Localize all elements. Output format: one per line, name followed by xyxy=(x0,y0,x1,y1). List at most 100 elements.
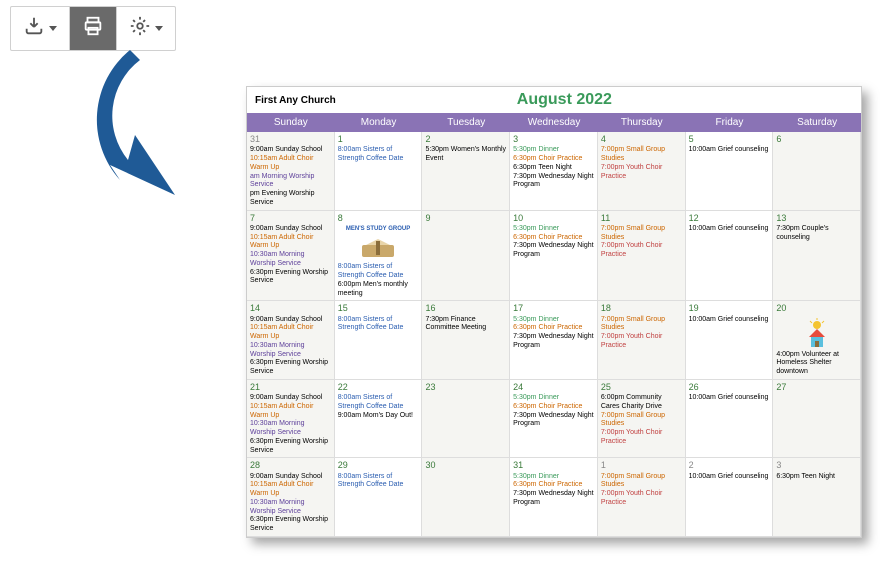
calendar-event[interactable]: 8:00am Sisters of Strength Coffee Date xyxy=(338,316,419,334)
calendar-event[interactable]: 10:30am Morning Worship Service xyxy=(250,420,331,438)
calendar-event[interactable]: 7:30pm Finance Committee Meeting xyxy=(425,316,506,334)
calendar-event[interactable]: 6:30pm Choir Practice xyxy=(513,481,594,490)
calendar-event[interactable]: 5:30pm Dinner xyxy=(513,394,594,403)
calendar-event[interactable]: 7:00pm Youth Choir Practice xyxy=(601,242,682,260)
calendar-event[interactable]: 10:15am Adult Choir Warm Up xyxy=(250,481,331,499)
calendar-event[interactable]: 8:00am Sisters of Strength Coffee Date xyxy=(338,394,419,412)
calendar-day[interactable]: 319:00am Sunday School10:15am Adult Choi… xyxy=(247,132,335,211)
calendar-day[interactable]: 158:00am Sisters of Strength Coffee Date xyxy=(335,301,423,380)
calendar-day[interactable]: 315:30pm Dinner6:30pm Choir Practice7:30… xyxy=(510,458,598,537)
calendar-event[interactable]: 7:30pm Wednesday Night Program xyxy=(513,333,594,351)
calendar-event[interactable]: 9:00am Sunday School xyxy=(250,316,331,325)
calendar-day[interactable]: 298:00am Sisters of Strength Coffee Date xyxy=(335,458,423,537)
settings-button[interactable] xyxy=(117,7,175,50)
calendar-day[interactable]: 17:00pm Small Group Studies7:00pm Youth … xyxy=(598,458,686,537)
calendar-event[interactable]: 10:15am Adult Choir Warm Up xyxy=(250,324,331,342)
calendar-event[interactable]: 5:30pm Dinner xyxy=(513,146,594,155)
calendar-day[interactable]: 228:00am Sisters of Strength Coffee Date… xyxy=(335,380,423,459)
calendar-event[interactable]: 6:00pm Men's monthly meeting xyxy=(338,281,419,299)
calendar-event[interactable]: 8:00am Sisters of Strength Coffee Date xyxy=(338,263,419,281)
calendar-day[interactable]: 47:00pm Small Group Studies7:00pm Youth … xyxy=(598,132,686,211)
calendar-event[interactable]: 10:30am Morning Worship Service xyxy=(250,251,331,269)
calendar-day[interactable]: 187:00pm Small Group Studies7:00pm Youth… xyxy=(598,301,686,380)
calendar-event[interactable]: 4:00pm Volunteer at Homeless Shelter dow… xyxy=(776,351,857,377)
calendar-day[interactable]: 117:00pm Small Group Studies7:00pm Youth… xyxy=(598,211,686,302)
calendar-event[interactable]: 6:30pm Evening Worship Service xyxy=(250,359,331,377)
calendar-day[interactable]: 289:00am Sunday School10:15am Adult Choi… xyxy=(247,458,335,537)
calendar-event[interactable]: 10:00am Grief counseling xyxy=(689,473,770,482)
calendar-event[interactable]: 7:30pm Wednesday Night Program xyxy=(513,173,594,191)
calendar-event[interactable]: 5:30pm Dinner xyxy=(513,225,594,234)
calendar-day[interactable]: 137:30pm Couple's counseling xyxy=(773,211,861,302)
calendar-day[interactable]: 167:30pm Finance Committee Meeting xyxy=(422,301,510,380)
calendar-day[interactable]: 204:00pm Volunteer at Homeless Shelter d… xyxy=(773,301,861,380)
calendar-day[interactable]: 256:00pm Community Cares Charity Drive7:… xyxy=(598,380,686,459)
calendar-event[interactable]: 7:00pm Small Group Studies xyxy=(601,146,682,164)
calendar-event[interactable]: 10:00am Grief counseling xyxy=(689,394,770,403)
calendar-day[interactable]: 6 xyxy=(773,132,861,211)
calendar-event[interactable]: 5:30pm Dinner xyxy=(513,316,594,325)
calendar-day[interactable]: 245:30pm Dinner6:30pm Choir Practice7:30… xyxy=(510,380,598,459)
calendar-event[interactable]: 8:00am Sisters of Strength Coffee Date xyxy=(338,146,419,164)
calendar-event[interactable]: 6:30pm Choir Practice xyxy=(513,324,594,333)
calendar-event[interactable]: 10:30am Morning Worship Service xyxy=(250,499,331,517)
calendar-day[interactable]: 25:30pm Women's Monthly Event xyxy=(422,132,510,211)
calendar-event[interactable]: 7:00pm Youth Choir Practice xyxy=(601,164,682,182)
calendar-event[interactable]: 7:30pm Couple's counseling xyxy=(776,225,857,243)
calendar-event[interactable]: 5:30pm Dinner xyxy=(513,473,594,482)
download-button[interactable] xyxy=(11,7,70,50)
calendar-event[interactable]: 7:00pm Youth Choir Practice xyxy=(601,333,682,351)
calendar-event[interactable]: 7:00pm Small Group Studies xyxy=(601,412,682,430)
calendar-event[interactable]: 7:30pm Wednesday Night Program xyxy=(513,242,594,260)
calendar-event[interactable]: 6:30pm Choir Practice xyxy=(513,155,594,164)
calendar-day[interactable]: 2610:00am Grief counseling xyxy=(686,380,774,459)
calendar-event[interactable]: 10:00am Grief counseling xyxy=(689,146,770,155)
calendar-day[interactable]: 105:30pm Dinner6:30pm Choir Practice7:30… xyxy=(510,211,598,302)
calendar-day[interactable]: 23 xyxy=(422,380,510,459)
calendar-event[interactable]: 6:00pm Community Cares Charity Drive xyxy=(601,394,682,412)
calendar-event[interactable]: 10:15am Adult Choir Warm Up xyxy=(250,234,331,252)
calendar-day[interactable]: 8MEN'S STUDY GROUP8:00am Sisters of Stre… xyxy=(335,211,423,302)
calendar-event[interactable]: 9:00am Sunday School xyxy=(250,394,331,403)
calendar-event[interactable]: 7:00pm Youth Choir Practice xyxy=(601,429,682,447)
calendar-event[interactable]: 10:00am Grief counseling xyxy=(689,316,770,325)
calendar-day[interactable]: 36:30pm Teen Night xyxy=(773,458,861,537)
calendar-day[interactable]: 175:30pm Dinner6:30pm Choir Practice7:30… xyxy=(510,301,598,380)
calendar-event[interactable]: 7:00pm Small Group Studies xyxy=(601,316,682,334)
calendar-day[interactable]: 9 xyxy=(422,211,510,302)
calendar-day[interactable]: 18:00am Sisters of Strength Coffee Date xyxy=(335,132,423,211)
calendar-event[interactable]: 6:30pm Teen Night xyxy=(776,473,857,482)
calendar-event[interactable]: 10:30am Morning Worship Service xyxy=(250,342,331,360)
calendar-day[interactable]: 510:00am Grief counseling xyxy=(686,132,774,211)
calendar-event[interactable]: 8:00am Sisters of Strength Coffee Date xyxy=(338,473,419,491)
calendar-event[interactable]: 7:00pm Youth Choir Practice xyxy=(601,490,682,508)
calendar-event[interactable]: 10:15am Adult Choir Warm Up xyxy=(250,155,331,173)
calendar-event[interactable]: 6:30pm Teen Night xyxy=(513,164,594,173)
calendar-day[interactable]: 27 xyxy=(773,380,861,459)
calendar-event[interactable]: 7:30pm Wednesday Night Program xyxy=(513,490,594,508)
calendar-event[interactable]: 6:30pm Evening Worship Service xyxy=(250,269,331,287)
calendar-event[interactable]: 9:00am Sunday School xyxy=(250,146,331,155)
calendar-event[interactable]: am Morning Worship Service xyxy=(250,173,331,191)
calendar-event[interactable]: 9:00am Sunday School xyxy=(250,225,331,234)
calendar-event[interactable]: 9:00am Sunday School xyxy=(250,473,331,482)
calendar-day[interactable]: 210:00am Grief counseling xyxy=(686,458,774,537)
calendar-day[interactable]: 30 xyxy=(422,458,510,537)
print-button[interactable] xyxy=(70,7,117,50)
calendar-event[interactable]: pm Evening Worship Service xyxy=(250,190,331,208)
calendar-day[interactable]: 35:30pm Dinner6:30pm Choir Practice6:30p… xyxy=(510,132,598,211)
calendar-event[interactable]: 10:00am Grief counseling xyxy=(689,225,770,234)
calendar-day[interactable]: 1910:00am Grief counseling xyxy=(686,301,774,380)
calendar-day[interactable]: 149:00am Sunday School10:15am Adult Choi… xyxy=(247,301,335,380)
calendar-event[interactable]: 5:30pm Women's Monthly Event xyxy=(425,146,506,164)
calendar-event[interactable]: 7:30pm Wednesday Night Program xyxy=(513,412,594,430)
calendar-event[interactable]: 6:30pm Evening Worship Service xyxy=(250,516,331,534)
calendar-day[interactable]: 1210:00am Grief counseling xyxy=(686,211,774,302)
calendar-event[interactable]: 7:00pm Small Group Studies xyxy=(601,225,682,243)
calendar-event[interactable]: 6:30pm Choir Practice xyxy=(513,234,594,243)
calendar-event[interactable]: 6:30pm Choir Practice xyxy=(513,403,594,412)
calendar-day[interactable]: 79:00am Sunday School10:15am Adult Choir… xyxy=(247,211,335,302)
calendar-day[interactable]: 219:00am Sunday School10:15am Adult Choi… xyxy=(247,380,335,459)
calendar-event[interactable]: 10:15am Adult Choir Warm Up xyxy=(250,403,331,421)
calendar-event[interactable]: 6:30pm Evening Worship Service xyxy=(250,438,331,456)
